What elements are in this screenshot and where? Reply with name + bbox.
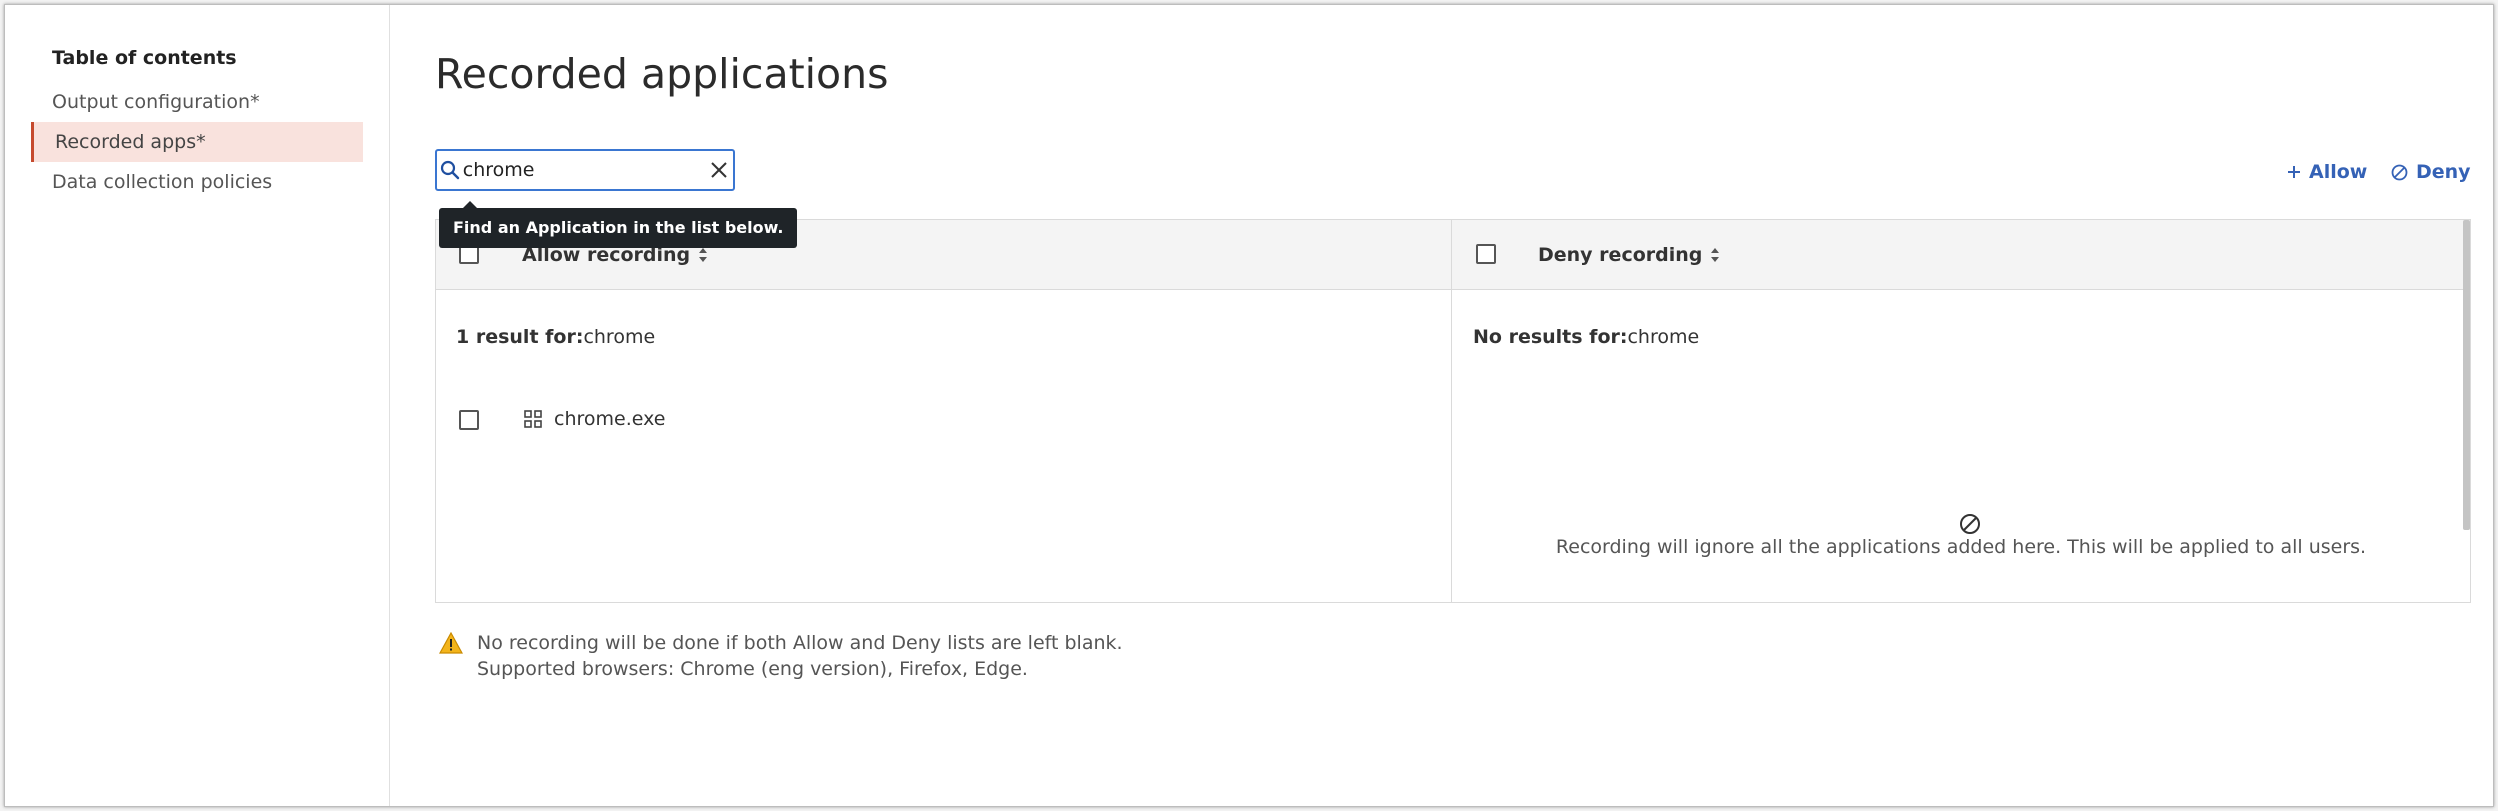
- warning-icon: [439, 632, 463, 654]
- application-icon: [524, 410, 542, 428]
- search-tooltip: Find an Application in the list below.: [439, 201, 798, 248]
- deny-result-summary: No results for:chrome: [1473, 326, 1699, 348]
- recording-lists-table: Allow recording 1 result for:chrome chro…: [435, 219, 2471, 603]
- allow-recording-column: Allow recording 1 result for:chrome chro…: [436, 220, 1452, 602]
- allow-result-query: chrome: [583, 326, 656, 348]
- toc-item-recorded-apps[interactable]: Recorded apps*: [31, 122, 363, 162]
- plus-icon: [2288, 166, 2300, 178]
- scrollbar[interactable]: [2463, 220, 2470, 530]
- toc-item-data-collection-policies[interactable]: Data collection policies: [31, 162, 363, 202]
- block-icon: [2391, 164, 2408, 180]
- clear-search-icon[interactable]: [706, 151, 733, 189]
- block-icon: [1960, 514, 1980, 534]
- deny-empty-message: Recording will ignore all the applicatio…: [1555, 536, 2367, 558]
- recording-notice: No recording will be done if both Allow …: [439, 630, 1123, 682]
- deny-button-label: Deny: [2416, 161, 2471, 183]
- list-item[interactable]: chrome.exe: [436, 396, 1451, 444]
- allow-result-summary: 1 result for:chrome: [456, 326, 655, 348]
- deny-recording-sort[interactable]: Deny recording: [1538, 244, 1720, 266]
- allow-button[interactable]: Allow: [2287, 157, 2367, 187]
- sort-icon: [699, 248, 708, 262]
- search-icon: [437, 151, 463, 189]
- select-all-deny-checkbox[interactable]: [1476, 244, 1496, 264]
- app-name: chrome.exe: [554, 408, 666, 430]
- deny-result-query: chrome: [1627, 326, 1700, 348]
- allow-result-prefix: 1 result for:: [456, 326, 584, 348]
- app-row-checkbox[interactable]: [459, 410, 479, 430]
- deny-button[interactable]: Deny: [2391, 157, 2471, 187]
- notice-line-2: Supported browsers: Chrome (eng version)…: [477, 658, 1028, 680]
- sort-icon: [1711, 248, 1720, 262]
- notice-line-1: No recording will be done if both Allow …: [477, 632, 1123, 654]
- deny-column-header: Deny recording: [1452, 220, 2470, 290]
- search-input[interactable]: [462, 151, 706, 189]
- search-box: [435, 149, 735, 191]
- allow-button-label: Allow: [2309, 161, 2368, 183]
- table-of-contents: Table of contents Output configuration* …: [5, 5, 390, 806]
- deny-recording-column: Deny recording No results for:chrome Rec…: [1452, 220, 2470, 602]
- toc-item-output-configuration[interactable]: Output configuration*: [31, 82, 363, 122]
- page-title: Recorded applications: [435, 50, 889, 98]
- app-window: Table of contents Output configuration* …: [4, 4, 2494, 807]
- toc-title: Table of contents: [52, 47, 237, 69]
- deny-result-prefix: No results for:: [1473, 326, 1628, 348]
- deny-recording-header-label: Deny recording: [1538, 244, 1703, 266]
